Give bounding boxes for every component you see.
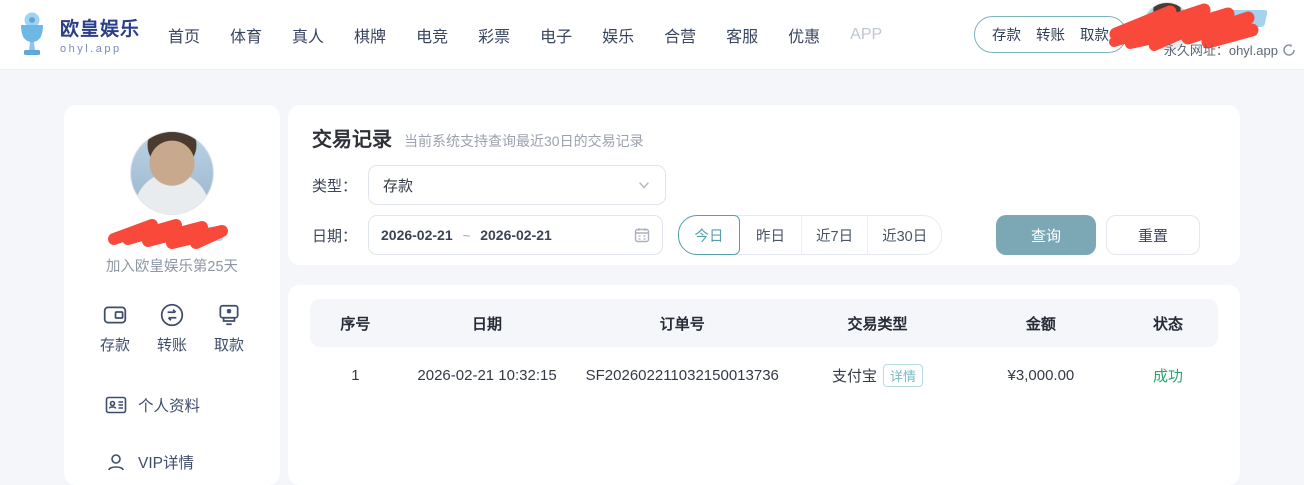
transaction-filter-card: 交易记录 当前系统支持查询最近30日的交易记录 类型： 存款 日期： 2026-…: [288, 105, 1240, 265]
brand-name: 欧皇娱乐: [60, 19, 141, 40]
sidebar-transfer-button[interactable]: 转账: [157, 302, 187, 355]
profile-avatar[interactable]: [130, 131, 214, 215]
username-redaction-scribble: [108, 219, 228, 249]
range-today-button[interactable]: 今日: [678, 215, 740, 255]
range-7days-button[interactable]: 近7日: [802, 216, 869, 254]
type-select[interactable]: 存款: [368, 165, 666, 205]
header-quick-actions: 存款 转账 取款: [974, 16, 1127, 53]
nav-item-home[interactable]: 首页: [168, 23, 200, 47]
nav-item-chess[interactable]: 棋牌: [354, 23, 386, 47]
date-to: 2026-02-21: [480, 227, 552, 243]
sidebar-deposit-button[interactable]: 存款: [100, 302, 130, 355]
username-area: VIP: [64, 219, 280, 253]
reset-button[interactable]: 重置: [1106, 215, 1200, 255]
sidebar-item-profile[interactable]: 个人资料: [64, 393, 280, 417]
cell-status: 成功: [1153, 367, 1184, 385]
refresh-icon[interactable]: [1282, 43, 1296, 57]
col-index: 序号: [340, 315, 371, 333]
table-row: 1 2026-02-21 10:32:15 SF2026022110321500…: [310, 347, 1218, 403]
top-navigation-bar: 欧皇娱乐 ohyl.app 首页 体育 真人 棋牌 电竞 彩票 电子 娱乐 合营…: [0, 0, 1304, 70]
wallet-icon: [103, 306, 127, 324]
header-transfer-button[interactable]: 转账: [1036, 24, 1065, 45]
header-deposit-button[interactable]: 存款: [992, 24, 1021, 45]
cell-date: 2026-02-21 10:32:15: [417, 366, 557, 384]
cell-order-no: SF202602211032150013736: [585, 366, 779, 384]
nav-item-esports[interactable]: 电竞: [416, 23, 448, 47]
brand-domain: ohyl.app: [60, 43, 122, 55]
nav-item-promo[interactable]: 优惠: [788, 23, 820, 47]
nav-item-sports[interactable]: 体育: [230, 23, 262, 47]
date-label: 日期：: [312, 227, 358, 245]
atm-icon: [219, 304, 239, 326]
header-withdraw-button[interactable]: 取款: [1080, 24, 1109, 45]
transfer-icon: [160, 303, 184, 327]
trophy-icon: [21, 12, 43, 55]
header-user-area: 存款 转账 取款 VIP 永久网址：ohyl.app: [974, 0, 1304, 70]
transaction-table: 序号 日期 订单号 交易类型 金额 状态 1 2026-02-21 10:32:…: [310, 299, 1218, 403]
id-card-icon: [105, 396, 127, 414]
col-type: 交易类型: [847, 315, 908, 333]
cell-type: 支付宝 详情: [791, 347, 964, 403]
query-button[interactable]: 查询: [996, 215, 1096, 255]
join-days-text: 加入欧皇娱乐第25天: [105, 259, 239, 275]
type-filter-row: 类型： 存款: [312, 165, 1216, 205]
table-header-row: 序号 日期 订单号 交易类型 金额 状态: [310, 299, 1218, 347]
date-filter-row: 日期： 2026-02-21 ~ 2026-02-21 今日 昨日 近7日 近3…: [312, 215, 1216, 255]
nav-item-slots[interactable]: 电子: [540, 23, 572, 47]
nav-item-app[interactable]: APP: [850, 26, 882, 44]
transaction-table-card: 序号 日期 订单号 交易类型 金额 状态 1 2026-02-21 10:32:…: [288, 285, 1240, 485]
date-range-input[interactable]: 2026-02-21 ~ 2026-02-21: [368, 215, 663, 255]
profile-sidebar: VIP 加入欧皇娱乐第25天 存款 转账 取款 个人资料 VIP详情: [64, 105, 280, 485]
range-yesterday-button[interactable]: 昨日: [740, 216, 802, 254]
sidebar-quick-actions: 存款 转账 取款: [64, 302, 280, 355]
sidebar-item-vip[interactable]: VIP详情: [64, 450, 280, 474]
nav-item-partnership[interactable]: 合营: [664, 23, 696, 47]
cell-index: 1: [351, 366, 360, 384]
col-status: 状态: [1153, 315, 1184, 333]
nav-item-service[interactable]: 客服: [726, 23, 758, 47]
nav-item-lottery[interactable]: 彩票: [478, 23, 510, 47]
page-title: 交易记录: [312, 129, 392, 151]
cell-amount: ¥3,000.00: [1007, 366, 1075, 384]
main-nav: 首页 体育 真人 棋牌 电竞 彩票 电子 娱乐 合营 客服 优惠 APP: [168, 23, 882, 47]
quick-range-group: 今日 昨日 近7日 近30日: [678, 215, 943, 255]
nav-item-live[interactable]: 真人: [292, 23, 324, 47]
page-subtitle: 当前系统支持查询最近30日的交易记录: [404, 133, 644, 149]
detail-tag-button[interactable]: 详情: [882, 363, 923, 387]
col-amount: 金额: [1025, 315, 1056, 333]
brand-logo[interactable]: 欧皇娱乐 ohyl.app: [0, 11, 150, 59]
nav-item-entertainment[interactable]: 娱乐: [602, 23, 634, 47]
date-from: 2026-02-21: [381, 227, 453, 243]
type-label: 类型：: [312, 177, 358, 195]
permanent-url: 永久网址：ohyl.app: [1164, 40, 1296, 59]
vip-crown-icon: [108, 454, 124, 471]
sidebar-withdraw-button[interactable]: 取款: [214, 302, 244, 355]
col-order-no: 订单号: [659, 315, 705, 333]
range-30days-button[interactable]: 近30日: [868, 216, 941, 254]
chevron-down-icon: [639, 182, 649, 189]
calendar-icon: [634, 228, 650, 243]
col-date: 日期: [472, 315, 503, 333]
